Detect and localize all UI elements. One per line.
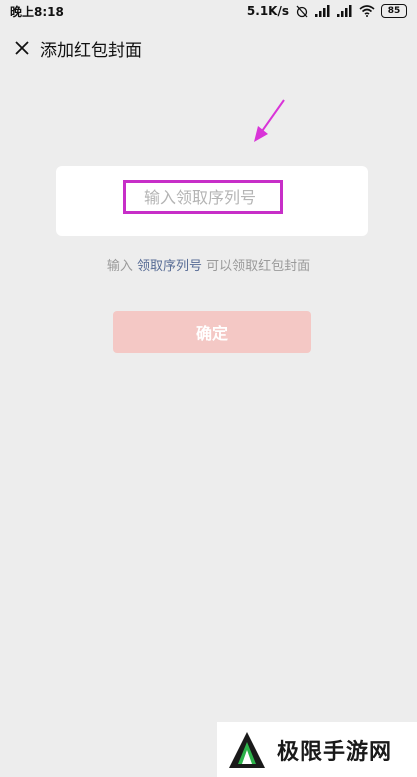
annotation-arrow-icon: [254, 99, 285, 142]
signal-icon: [315, 5, 330, 17]
close-icon: [15, 41, 29, 55]
hint-suffix: 可以领取红包封面: [206, 259, 311, 274]
page-title: 添加红包封面: [40, 40, 142, 61]
watermark: 极限手游网: [217, 722, 417, 777]
wifi-icon: [359, 5, 375, 17]
signal-hd-icon: [337, 5, 352, 17]
status-bar: 晚上8:18 5.1K/s 85: [0, 0, 417, 22]
status-time: 晚上8:18: [10, 4, 64, 19]
watermark-text: 极限手游网: [277, 738, 393, 765]
network-speed: 5.1K/s: [246, 4, 289, 18]
hint-text: 输入 领取序列号 可以领取红包封面: [0, 255, 417, 274]
confirm-button[interactable]: 确定: [113, 311, 311, 353]
status-icons: 5.1K/s 85: [247, 4, 407, 18]
battery-indicator: 85: [381, 4, 407, 18]
alarm-off-icon: [296, 5, 308, 18]
hint-prefix: 输入: [106, 259, 133, 274]
watermark-logo-icon: [229, 731, 265, 768]
title-bar: 添加红包封面: [0, 22, 417, 74]
serial-number-input[interactable]: [123, 180, 283, 214]
serial-input-card: [56, 166, 368, 236]
close-button[interactable]: [12, 38, 32, 58]
serial-number-link[interactable]: 领取序列号: [137, 259, 202, 274]
